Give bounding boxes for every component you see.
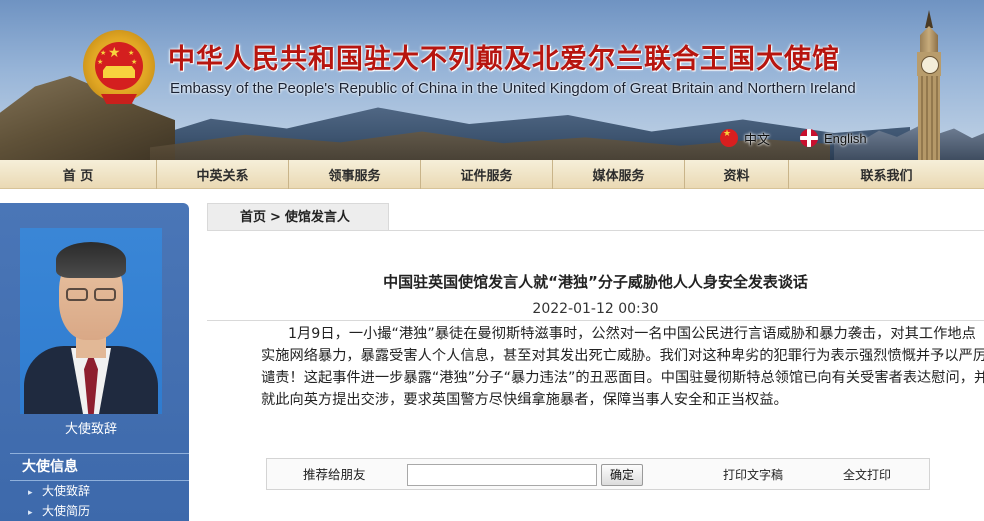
confirm-button[interactable]: 确定	[601, 464, 643, 486]
breadcrumb: 首页 > 使馆发言人	[207, 203, 389, 231]
nav-item-consular-services[interactable]: 领事服务	[289, 160, 421, 189]
header-banner: ★ ★ ★ ★ ★ 中华人民共和国驻大不列颠及北爱尔兰联合王国大使馆 Embassy …	[0, 0, 984, 160]
nav-item-document-services[interactable]: 证件服务	[421, 160, 553, 189]
sidebar-section-title: 大使信息	[10, 453, 189, 481]
article-paragraph: 1月9日，一小撮“港独”暴徒在曼彻斯特滋事时，公然对一名中国公民进行言语威胁和暴…	[261, 326, 984, 408]
national-emblem-icon: ★ ★ ★ ★ ★	[83, 30, 155, 106]
language-english-link[interactable]: English	[800, 128, 867, 148]
print-full-link[interactable]: 全文打印	[843, 465, 891, 485]
nav-item-china-uk-relations[interactable]: 中英关系	[157, 160, 289, 189]
nav-item-resources[interactable]: 资料	[685, 160, 789, 189]
share-print-bar: 推荐给朋友 确定 打印文字稿 全文打印	[266, 458, 930, 490]
big-ben-illustration	[914, 10, 944, 160]
site-title-english: Embassy of the People's Republic of Chin…	[170, 80, 856, 97]
language-chinese-link[interactable]: 中文	[720, 128, 770, 148]
article-title: 中国驻英国使馆发言人就“港独”分子威胁他人人身安全发表谈话	[383, 273, 808, 291]
language-english-label: English	[824, 130, 867, 146]
sidebar-item-ambassador-message[interactable]: ▸ 大使致辞	[28, 481, 178, 501]
recommend-email-input[interactable]	[407, 464, 597, 486]
breadcrumb-current-link[interactable]: 使馆发言人	[285, 210, 350, 225]
breadcrumb-home-link[interactable]: 首页	[240, 210, 266, 225]
nav-item-media-services[interactable]: 媒体服务	[553, 160, 685, 189]
uk-flag-icon	[800, 129, 818, 147]
divider	[207, 230, 984, 231]
sidebar-item-label: 大使简历	[42, 504, 91, 518]
recommend-label: 推荐给朋友	[303, 467, 366, 482]
china-flag-icon	[720, 129, 738, 147]
sidebar-item-label: 大使致辞	[42, 484, 91, 498]
arrow-right-icon: ▸	[28, 508, 33, 518]
ambassador-message-caption[interactable]: 大使致辞	[20, 418, 162, 442]
article-date: 2022-01-12 00:30	[532, 301, 659, 317]
arrow-right-icon: ▸	[28, 488, 33, 498]
breadcrumb-separator: >	[270, 210, 281, 225]
site-title-chinese: 中华人民共和国驻大不列颠及北爱尔兰联合王国大使馆	[168, 44, 840, 75]
nav-item-contact-us[interactable]: 联系我们	[789, 160, 984, 189]
language-chinese-label: 中文	[744, 132, 771, 148]
article-body: 1月9日，一小撮“港独”暴徒在曼彻斯特滋事时，公然对一名中国公民进行言语威胁和暴…	[207, 320, 984, 438]
print-text-link[interactable]: 打印文字稿	[723, 465, 783, 485]
main-navigation: 首 页 中英关系 领事服务 证件服务 媒体服务 资料 联系我们	[0, 160, 984, 189]
sidebar-item-ambassador-bio[interactable]: ▸ 大使简历	[28, 501, 178, 521]
ambassador-photo[interactable]	[20, 228, 162, 414]
sidebar: 大使致辞 大使信息 ▸ 大使致辞 ▸ 大使简历	[0, 203, 189, 521]
nav-item-home[interactable]: 首 页	[0, 160, 157, 189]
